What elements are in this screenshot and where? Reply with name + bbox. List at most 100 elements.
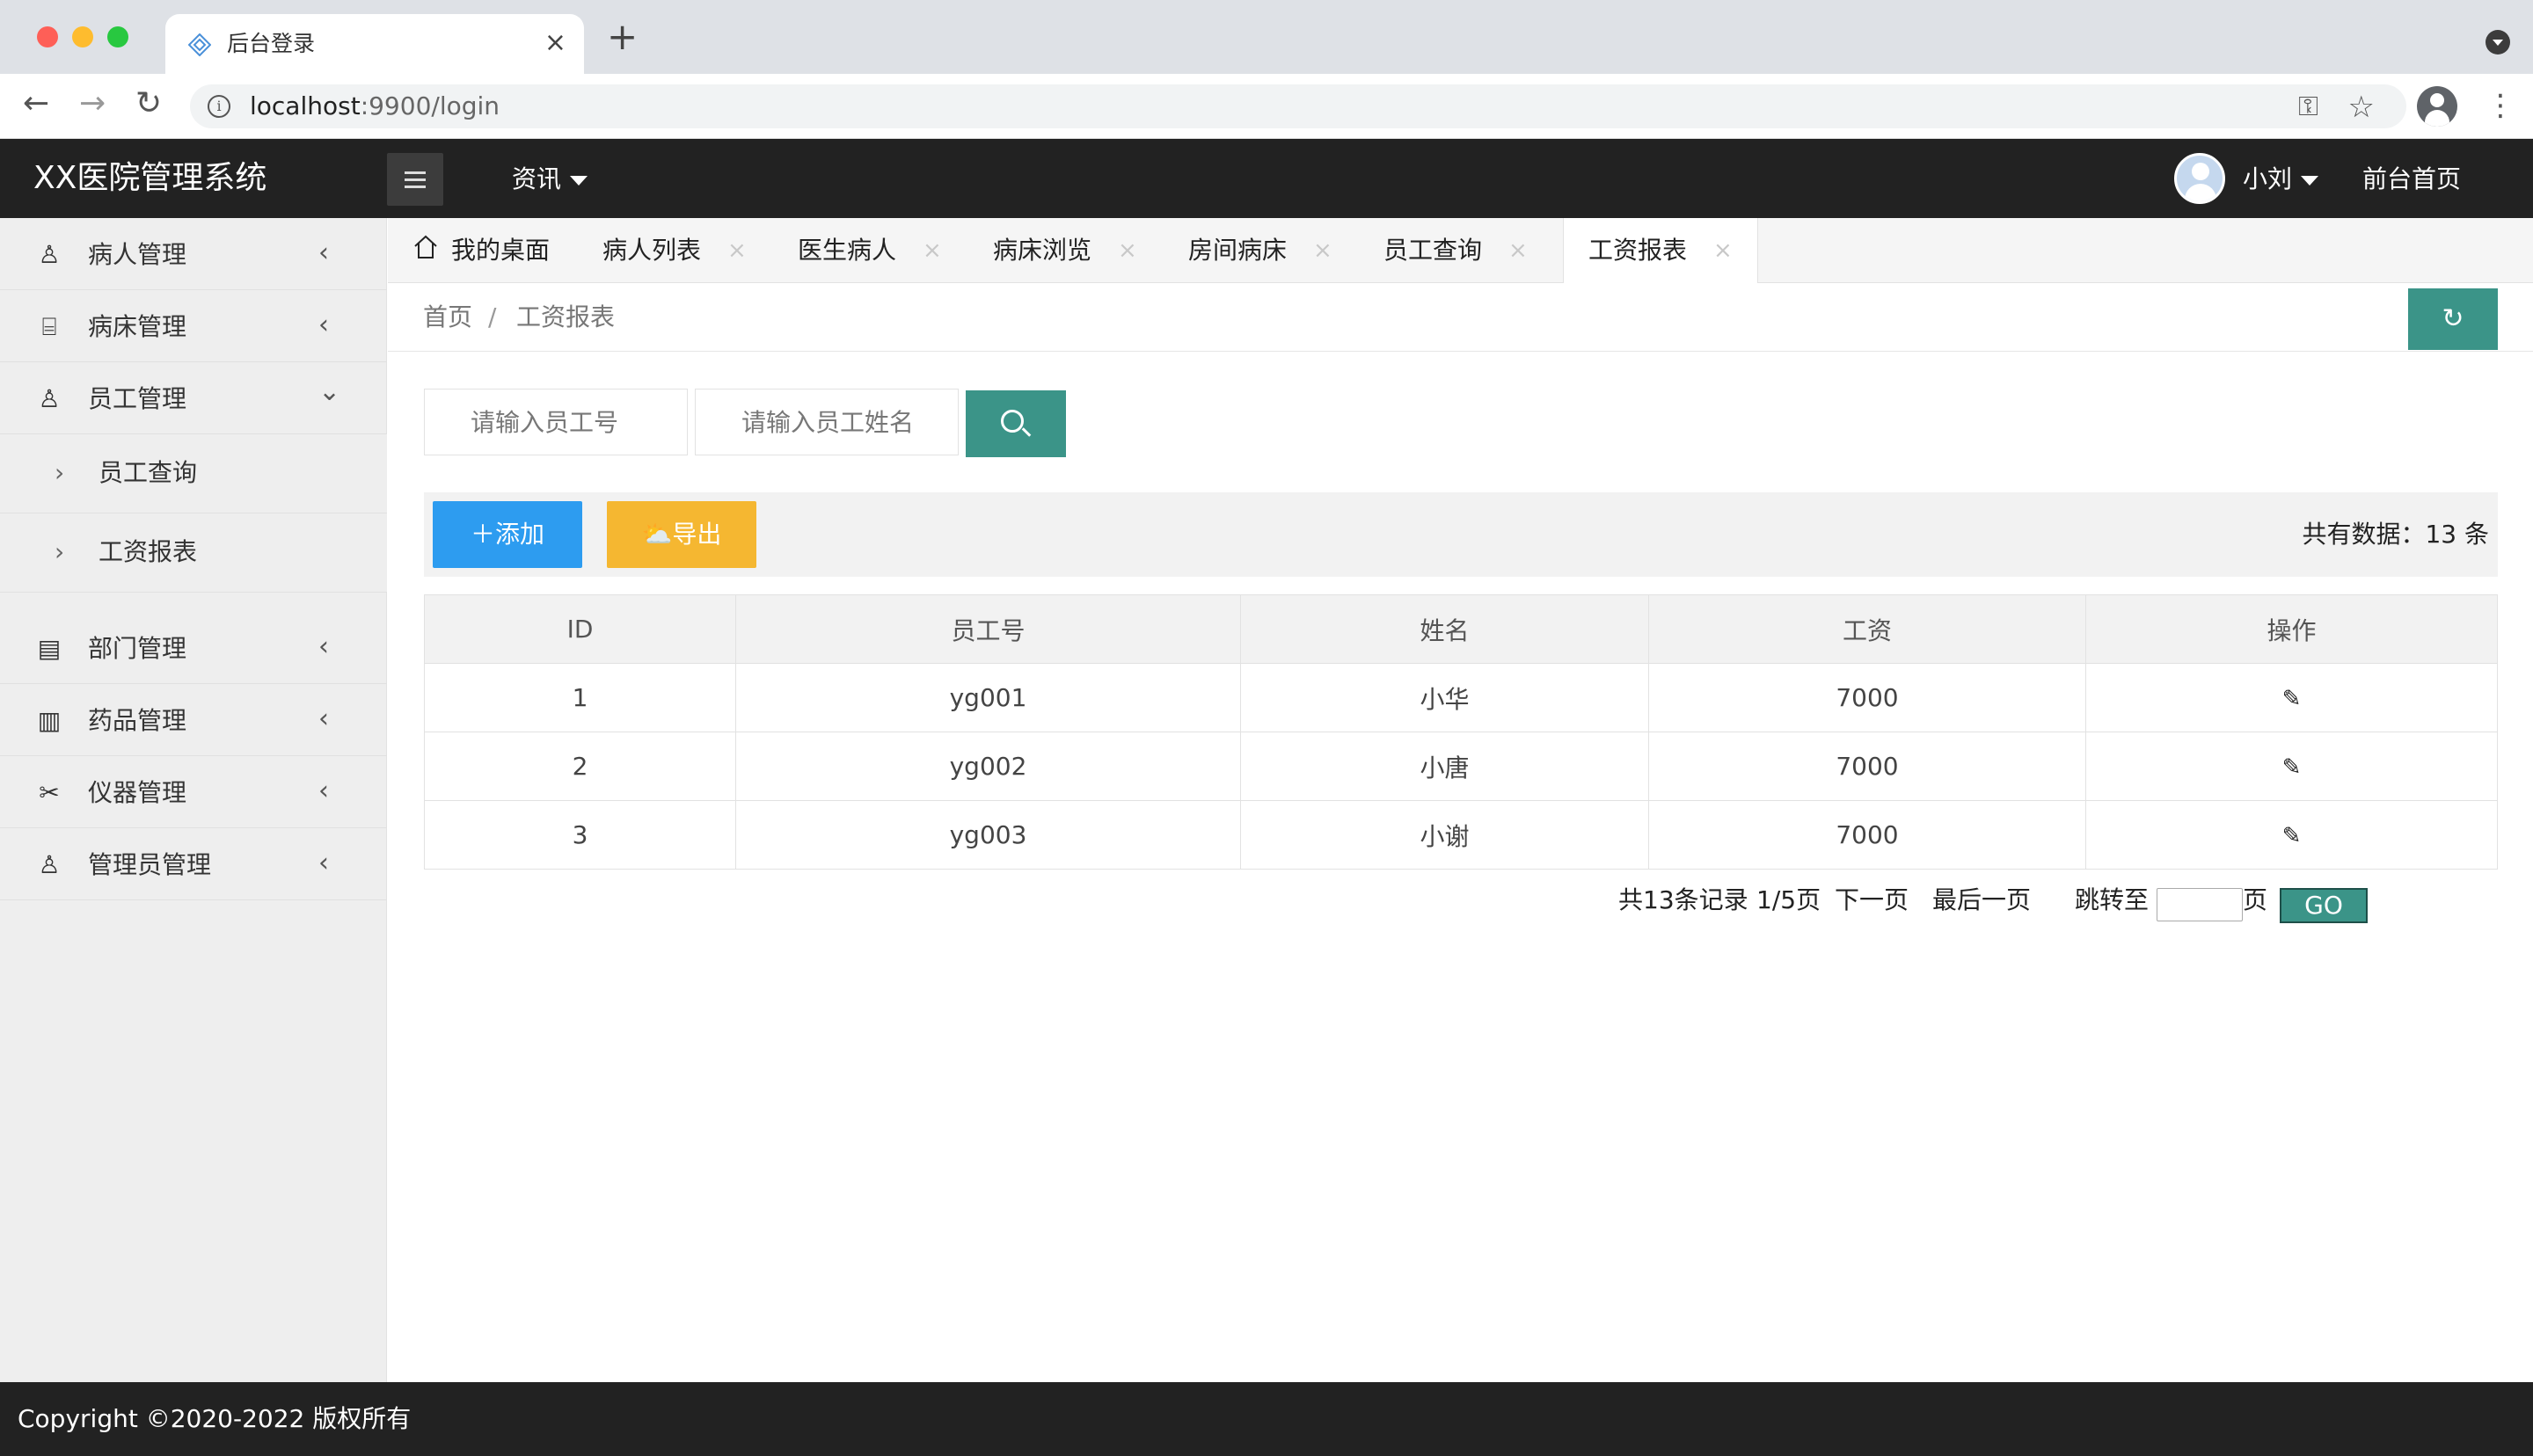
tab-close-icon[interactable]: × [1508,236,1528,266]
breadcrumb-home[interactable]: 首页 [423,301,472,334]
tab-patient-list[interactable]: 病人列表 × [571,218,766,283]
cell-actions: ✎ [2085,732,2498,801]
menu-toggle-button[interactable] [387,153,443,206]
users-icon: ♙ [38,384,61,413]
employee-name-search-input[interactable] [695,389,959,455]
sidebar-subitem-salary-report[interactable]: › 工资报表 [0,513,387,593]
sidebar-item-beds[interactable]: ⌸ 病床管理 ‹ [0,290,387,362]
browser-tab-close-icon[interactable]: × [544,28,566,58]
browser-tab-active[interactable]: 后台登录 × [165,14,584,74]
url-host: localhost [250,91,361,120]
clipboard-icon: ▥ [37,706,62,735]
sidebar-item-medicine[interactable]: ▥ 药品管理 ‹ [0,684,387,756]
edit-icon[interactable]: ✎ [2282,754,2302,781]
footer: Copyright ©2020-2022 版权所有 [0,1382,2533,1456]
sidebar-item-label: 部门管理 [88,634,187,663]
table-row: 2 yg002 小唐 7000 ✎ [424,732,2498,801]
tab-bed-browse[interactable]: 病床浏览 × [961,218,1157,283]
profile-icon[interactable] [2417,86,2457,127]
tab-salary-report[interactable]: 工资报表 × [1563,218,1758,284]
add-button[interactable]: ＋添加 [433,501,582,568]
edit-icon[interactable]: ✎ [2282,686,2302,712]
url-path: :9900/login [360,91,500,120]
user-menu[interactable]: 小刘 [2243,162,2319,197]
tab-staff-query[interactable]: 员工查询 × [1352,218,1547,283]
site-favicon-icon [188,33,211,56]
edit-icon[interactable]: ✎ [2282,823,2302,849]
tab-close-icon[interactable]: × [1713,236,1733,266]
front-home-link[interactable]: 前台首页 [2362,162,2461,197]
sidebar-item-label: 仪器管理 [88,778,187,807]
back-button[interactable]: ← [23,86,49,121]
sidebar-item-instruments[interactable]: ✂ 仪器管理 ‹ [0,756,387,828]
maximize-window-button[interactable] [107,26,128,47]
action-bar: ＋添加 ⛅导出 共有数据：13 条 [424,492,2498,577]
sidebar-item-label: 管理员管理 [88,850,212,879]
export-button[interactable]: ⛅导出 [607,501,756,568]
minimize-window-button[interactable] [72,26,93,47]
address-bar[interactable]: i localhost:9900/login ⚿ ☆ [190,84,2406,128]
tab-close-icon[interactable]: × [923,236,942,266]
app-header: XX医院管理系统 资讯 小刘 前台首页 [0,139,2533,218]
salary-table: ID 员工号 姓名 工资 操作 1 yg001 小华 7000 ✎ 2 yg00… [424,594,2498,870]
app-logo[interactable]: XX医院管理系统 [33,158,266,199]
tab-search-icon[interactable] [2486,30,2510,55]
column-header-actions: 操作 [2085,594,2498,664]
pager-current-page: 1/5页 [1756,885,1821,914]
breadcrumb: 首页 / 工资报表 ↻ [388,283,2533,352]
pager-last-link[interactable]: 最后一页 [1932,883,2031,918]
sofa-icon: ⌸ [41,312,57,341]
news-menu-label: 资讯 [512,164,562,193]
tab-close-icon[interactable]: × [1313,236,1332,266]
browser-menu-icon[interactable]: ⋮ [2486,84,2515,127]
chevron-down-icon: ⌄ [318,376,341,407]
chevron-left-icon: ‹ [318,703,329,734]
cell-id: 1 [424,663,736,732]
key-icon[interactable]: ⚿ [2298,91,2318,122]
table-row: 3 yg003 小谢 7000 ✎ [424,800,2498,870]
sidebar-item-label: 员工查询 [99,458,198,487]
browser-tab-strip: 后台登录 × + [0,0,2533,74]
tab-close-icon[interactable]: × [1118,236,1137,266]
breadcrumb-separator: / [488,302,497,331]
cell-employee-no: yg001 [735,663,1241,732]
pager-jump-input[interactable] [2157,888,2243,921]
user-avatar[interactable] [2174,153,2225,204]
reload-button[interactable]: ↻ [135,86,162,121]
caret-down-icon [570,175,588,186]
browser-tab-title: 后台登录 [227,31,316,56]
site-info-icon[interactable]: i [208,95,230,118]
news-menu[interactable]: 资讯 [512,162,588,197]
tab-label: 医生病人 [798,236,897,265]
column-header-employee-no: 员工号 [735,594,1241,664]
column-header-name: 姓名 [1240,594,1649,664]
sidebar-item-patients[interactable]: ♙ 病人管理 ‹ [0,218,387,290]
cell-name: 小华 [1240,663,1649,732]
pager-go-button[interactable]: GO [2280,888,2368,923]
chevron-left-icon: ‹ [318,309,329,340]
close-window-button[interactable] [37,26,58,47]
table-row: 1 yg001 小华 7000 ✎ [424,663,2498,732]
sidebar-item-staff[interactable]: ♙ 员工管理 ⌄ [0,362,387,434]
tab-room-beds[interactable]: 房间病床 × [1157,218,1352,283]
refresh-button[interactable]: ↻ [2408,288,2498,350]
tab-my-desktop[interactable]: 我的桌面 [388,218,571,283]
chevron-left-icon: ‹ [318,237,329,268]
total-count: 共有数据：13 条 [2302,520,2489,549]
sidebar: ♙ 病人管理 ‹ ⌸ 病床管理 ‹ ♙ 员工管理 ⌄ › 员工查询 › 工资报表… [0,218,387,1382]
bookmark-star-icon[interactable]: ☆ [2348,90,2375,125]
employee-no-search-input[interactable] [424,389,688,455]
tab-label: 工资报表 [1588,236,1688,265]
cell-employee-no: yg002 [735,732,1241,801]
forward-button[interactable]: → [79,86,106,121]
search-button[interactable] [966,390,1066,457]
new-tab-button[interactable]: + [607,18,638,55]
sidebar-item-label: 病床管理 [88,312,187,341]
tab-close-icon[interactable]: × [727,236,747,266]
sidebar-item-departments[interactable]: ▤ 部门管理 ‹ [0,612,387,684]
tab-doctor-patients[interactable]: 医生病人 × [766,218,961,283]
pager-next-link[interactable]: 下一页 [1835,883,1909,918]
sidebar-subitem-staff-query[interactable]: › 员工查询 [0,434,387,513]
sidebar-item-admins[interactable]: ♙ 管理员管理 ‹ [0,828,387,900]
cell-name: 小唐 [1240,732,1649,801]
